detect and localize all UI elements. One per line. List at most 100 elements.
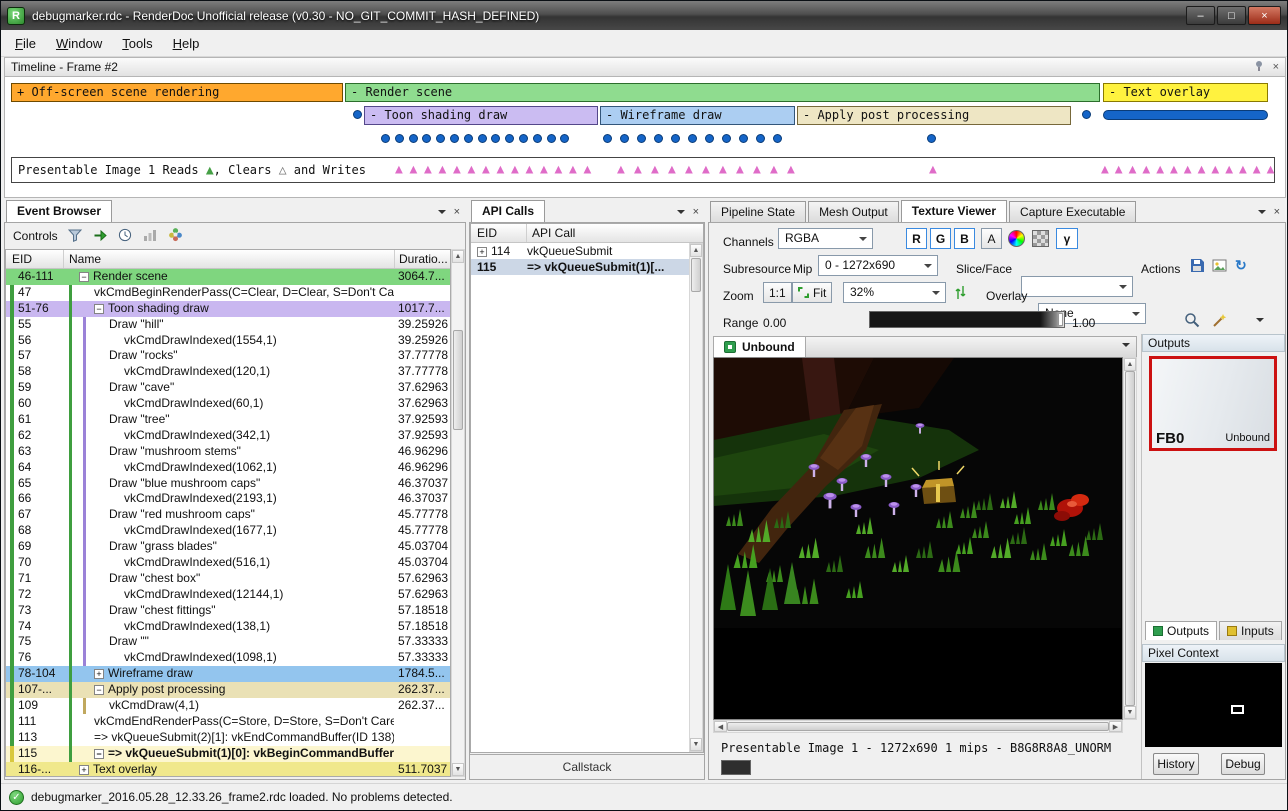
scroll-down-icon[interactable]: ▼ — [690, 738, 702, 751]
tab-unbound-texture[interactable]: Unbound — [714, 337, 806, 357]
event-row[interactable]: 70vkCmdDrawIndexed(516,1)45.03704 — [6, 555, 450, 571]
pin-icon[interactable] — [1254, 60, 1265, 74]
red-channel-button[interactable]: R — [906, 228, 927, 249]
write-marker-icon[interactable]: ▲ — [584, 161, 592, 179]
event-row[interactable]: 55Draw "hill"39.25926 — [6, 317, 450, 333]
texture-viewer-close-icon[interactable]: × — [1274, 206, 1280, 218]
timeline-draw-dot[interactable] — [756, 134, 765, 143]
event-grid-header[interactable]: EID Name Duratio... — [6, 250, 450, 269]
color-wheel-icon[interactable] — [1008, 228, 1025, 249]
refresh-icon[interactable]: ↻ — [1235, 255, 1247, 276]
scroll-down-icon[interactable]: ▼ — [1124, 706, 1136, 719]
event-browser-scrollbar[interactable]: ▲ ▼ — [451, 249, 465, 777]
event-row[interactable]: 78-104+Wireframe draw1784.5... — [6, 666, 450, 682]
stats-icon[interactable] — [143, 228, 158, 245]
timeline-draw-dot[interactable] — [603, 134, 612, 143]
tab-api-calls[interactable]: API Calls — [471, 200, 545, 222]
write-marker-icon[interactable]: ▲ — [410, 161, 418, 179]
write-marker-icon[interactable]: ▲ — [668, 161, 676, 179]
timeline-draw-dot[interactable] — [637, 134, 646, 143]
write-marker-icon[interactable]: ▲ — [482, 161, 490, 179]
timeline-section[interactable]: + Off-screen scene rendering — [11, 83, 343, 102]
range-min-value[interactable]: 0.00 — [763, 312, 786, 333]
goto-icon[interactable] — [93, 228, 108, 245]
timeline-section[interactable]: - Text overlay — [1103, 83, 1268, 102]
write-marker-icon[interactable]: ▲ — [1101, 161, 1109, 179]
write-marker-icon[interactable]: ▲ — [702, 161, 710, 179]
callstack-section[interactable]: Callstack — [470, 754, 704, 779]
timeline-draw-dot[interactable] — [671, 134, 680, 143]
tab-inputs[interactable]: Inputs — [1219, 621, 1282, 640]
write-marker-icon[interactable]: ▲ — [685, 161, 693, 179]
fit-button[interactable]: Fit — [792, 282, 832, 303]
event-row[interactable]: 74vkCmdDrawIndexed(138,1)57.18518 — [6, 619, 450, 635]
flip-y-icon[interactable] — [955, 282, 966, 303]
column-eid[interactable]: EID — [6, 250, 64, 268]
write-marker-icon[interactable]: ▲ — [1225, 161, 1233, 179]
timeline-draw-dot[interactable] — [436, 134, 445, 143]
event-row[interactable]: 60vkCmdDrawIndexed(60,1)37.62963 — [6, 396, 450, 412]
blue-channel-button[interactable]: B — [954, 228, 975, 249]
write-marker-icon[interactable]: ▲ — [753, 161, 761, 179]
event-row[interactable]: 67Draw "red mushroom caps"45.77778 — [6, 507, 450, 523]
timeline-draw-dot[interactable] — [409, 134, 418, 143]
write-marker-icon[interactable]: ▲ — [929, 161, 937, 179]
event-row[interactable]: 62vkCmdDrawIndexed(342,1)37.92593 — [6, 428, 450, 444]
texture-canvas[interactable] — [713, 357, 1123, 720]
panel-menu-icon[interactable] — [438, 210, 446, 218]
title-bar[interactable]: R debugmarker.rdc - RenderDoc Unofficial… — [1, 1, 1287, 30]
write-marker-icon[interactable]: ▲ — [634, 161, 642, 179]
event-row[interactable]: 59Draw "cave"37.62963 — [6, 380, 450, 396]
write-marker-icon[interactable]: ▲ — [787, 161, 795, 179]
scroll-thumb[interactable] — [1125, 371, 1135, 706]
timeline-draw-dot[interactable] — [491, 134, 500, 143]
pixel-context-view[interactable] — [1145, 663, 1282, 747]
texture-list-icon[interactable] — [1122, 343, 1130, 351]
scroll-down-icon[interactable]: ▼ — [452, 763, 464, 776]
timeline-draw-dot[interactable] — [654, 134, 663, 143]
write-marker-icon[interactable]: ▲ — [540, 161, 548, 179]
column-api-call[interactable]: API Call — [527, 224, 703, 242]
timeline-section[interactable]: - Apply post processing — [797, 106, 1071, 125]
menu-help[interactable]: Help — [163, 31, 210, 56]
write-marker-icon[interactable]: ▲ — [1239, 161, 1247, 179]
write-marker-icon[interactable]: ▲ — [1184, 161, 1192, 179]
event-row[interactable]: 66vkCmdDrawIndexed(2193,1)46.37037 — [6, 491, 450, 507]
write-marker-icon[interactable]: ▲ — [453, 161, 461, 179]
timeline-draw-dot[interactable] — [519, 134, 528, 143]
write-marker-icon[interactable]: ▲ — [1253, 161, 1261, 179]
event-row[interactable]: 56vkCmdDrawIndexed(1554,1)39.25926 — [6, 333, 450, 349]
autofit-wand-icon[interactable] — [1212, 309, 1228, 330]
event-row[interactable]: 63Draw "mushroom stems"46.96296 — [6, 444, 450, 460]
event-row[interactable]: 76vkCmdDrawIndexed(1098,1)57.33333 — [6, 650, 450, 666]
timeline-draw-dot[interactable] — [381, 134, 390, 143]
write-marker-icon[interactable]: ▲ — [424, 161, 432, 179]
scroll-thumb[interactable] — [453, 330, 463, 430]
write-marker-icon[interactable]: ▲ — [555, 161, 563, 179]
timeline-draw-dot[interactable] — [927, 134, 936, 143]
write-marker-icon[interactable]: ▲ — [1211, 161, 1219, 179]
timeline-draw-dot[interactable] — [688, 134, 697, 143]
timeline-draw-dot[interactable] — [533, 134, 542, 143]
timeline-pill[interactable] — [1103, 110, 1268, 120]
zoom-select[interactable]: 32% — [843, 282, 946, 303]
tab-pipeline-state[interactable]: Pipeline State — [710, 201, 806, 222]
maximize-button[interactable]: □ — [1217, 6, 1246, 25]
menu-tools[interactable]: Tools — [112, 31, 162, 56]
time-icon[interactable] — [118, 228, 133, 245]
timeline-draw-dot[interactable] — [464, 134, 473, 143]
write-marker-icon[interactable]: ▲ — [497, 161, 505, 179]
zoom-1to1-button[interactable]: 1:1 — [763, 282, 792, 303]
write-marker-icon[interactable]: ▲ — [439, 161, 447, 179]
timeline-draw-dot[interactable] — [422, 134, 431, 143]
write-marker-icon[interactable]: ▲ — [511, 161, 519, 179]
write-marker-icon[interactable]: ▲ — [526, 161, 534, 179]
timeline-draw-dot[interactable] — [739, 134, 748, 143]
scroll-up-icon[interactable]: ▲ — [452, 250, 464, 263]
event-row[interactable]: 51-76−Toon shading draw1017.7... — [6, 301, 450, 317]
save-icon[interactable] — [1190, 255, 1205, 276]
event-row[interactable]: 57Draw "rocks"37.77778 — [6, 348, 450, 364]
timeline-draw-dot[interactable] — [478, 134, 487, 143]
fb0-thumbnail[interactable]: FB0 Unbound — [1149, 356, 1277, 451]
menu-window[interactable]: Window — [46, 31, 112, 56]
